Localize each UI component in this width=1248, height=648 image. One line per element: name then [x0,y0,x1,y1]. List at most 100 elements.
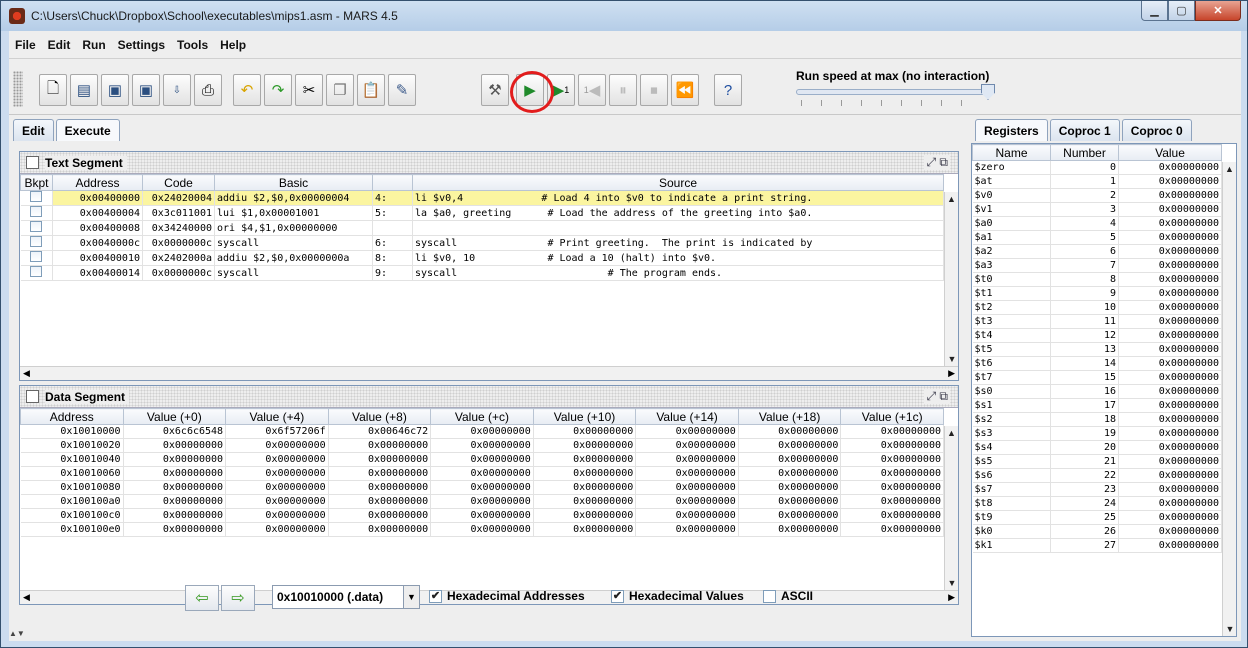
table-row[interactable]: $t0 8 0x00000000 [972,272,1222,287]
value-cell[interactable]: 0x00000000 [430,466,534,481]
pause-icon[interactable]: ⏸ [609,74,637,106]
register-value-cell[interactable]: 0x00000000 [1118,538,1222,553]
run-speed-slider[interactable] [796,89,986,95]
register-value-cell[interactable]: 0x00000000 [1118,258,1222,273]
table-row[interactable]: $s1 17 0x00000000 [972,398,1222,413]
table-row[interactable]: $t7 15 0x00000000 [972,370,1222,385]
reset-icon[interactable]: ⏪ [671,74,699,106]
value-cell[interactable]: 0x00000000 [738,522,842,537]
register-value-cell[interactable]: 0x00000000 [1118,188,1222,203]
menu-help[interactable]: Help [220,38,246,52]
registers-vscroll[interactable]: ▲ ▼ [1222,162,1236,636]
undo-icon[interactable]: ↶ [233,74,261,106]
table-row[interactable]: $t8 24 0x00000000 [972,496,1222,511]
tab-execute[interactable]: Execute [55,119,120,141]
register-value-cell[interactable]: 0x00000000 [1118,440,1222,455]
register-value-cell[interactable]: 0x00000000 [1118,230,1222,245]
open-icon[interactable]: ▤ [70,74,98,106]
breakpoint-checkbox[interactable] [20,250,53,266]
table-row[interactable]: $s7 23 0x00000000 [972,482,1222,497]
table-row[interactable]: 0x00400000 0x24020004 addiu $2,$0,0x0000… [20,190,944,206]
value-cell[interactable]: 0x00000000 [738,480,842,495]
value-cell[interactable]: 0x00000000 [123,452,227,467]
value-cell[interactable]: 0x00000000 [430,508,534,523]
scroll-down-icon[interactable]: ▼ [1223,622,1236,636]
register-value-cell[interactable]: 0x00000000 [1118,370,1222,385]
value-cell[interactable]: 0x00000000 [225,438,329,453]
table-row[interactable]: $a1 5 0x00000000 [972,230,1222,245]
table-row[interactable]: $zero 0 0x00000000 [972,160,1222,175]
register-value-cell[interactable]: 0x00000000 [1118,482,1222,497]
text-segment-hscroll[interactable]: ◀ ▶ [20,366,958,380]
breakpoint-checkbox[interactable] [20,235,53,251]
scroll-up-icon[interactable]: ▲ [1223,162,1236,176]
register-value-cell[interactable]: 0x00000000 [1118,300,1222,315]
value-cell[interactable]: 0x00000000 [533,424,637,439]
table-row[interactable]: $v1 3 0x00000000 [972,202,1222,217]
value-cell[interactable]: 0x00000000 [328,480,432,495]
breakpoint-checkbox[interactable] [20,205,53,221]
col-value-0[interactable]: Value (+0) [122,408,227,425]
value-cell[interactable]: 0x00000000 [533,438,637,453]
col-source[interactable]: Source [412,174,944,191]
table-row[interactable]: $t1 9 0x00000000 [972,286,1222,301]
new-icon[interactable]: 🗋 [39,74,67,106]
scroll-down-icon[interactable]: ▼ [945,576,959,590]
register-value-cell[interactable]: 0x00000000 [1118,314,1222,329]
value-cell[interactable]: 0x00000000 [533,452,637,467]
register-value-cell[interactable]: 0x00000000 [1118,216,1222,231]
value-cell[interactable]: 0x00000000 [840,480,944,495]
col-value-10[interactable]: Value (+10) [532,408,637,425]
register-value-cell[interactable]: 0x00000000 [1118,398,1222,413]
value-cell[interactable]: 0x00000000 [328,452,432,467]
table-row[interactable]: $t5 13 0x00000000 [972,342,1222,357]
value-cell[interactable]: 0x00000000 [225,466,329,481]
table-row[interactable]: 0x10010040 0x00000000 0x00000000 0x00000000… [20,452,944,467]
register-value-cell[interactable]: 0x00000000 [1118,524,1222,539]
value-cell[interactable]: 0x00000000 [738,508,842,523]
value-cell[interactable]: 0x00000000 [123,466,227,481]
value-cell[interactable]: 0x00000000 [328,522,432,537]
value-cell[interactable]: 0x00000000 [328,466,432,481]
register-value-cell[interactable]: 0x00000000 [1118,202,1222,217]
value-cell[interactable]: 0x00000000 [430,522,534,537]
value-cell[interactable]: 0x00646c72 [328,424,432,439]
register-value-cell[interactable]: 0x00000000 [1118,286,1222,301]
table-row[interactable]: 0x00400004 0x3c011001 lui $1,0x00001001 … [20,205,944,221]
value-cell[interactable]: 0x00000000 [430,438,534,453]
scroll-up-icon[interactable]: ▲ [945,426,958,440]
redo-icon[interactable]: ↷ [264,74,292,106]
table-row[interactable]: $a3 7 0x00000000 [972,258,1222,273]
breakpoint-checkbox[interactable] [20,220,53,236]
save-as-icon[interactable]: ▣ [132,74,160,106]
register-value-cell[interactable]: 0x00000000 [1118,272,1222,287]
value-cell[interactable]: 0x6f57206f [225,424,329,439]
value-cell[interactable]: 0x00000000 [738,466,842,481]
value-cell[interactable]: 0x00000000 [738,494,842,509]
table-row[interactable]: 0x00400008 0x34240000 ori $4,$1,0x000000… [20,220,944,236]
register-value-cell[interactable]: 0x00000000 [1118,468,1222,483]
table-row[interactable]: $s3 19 0x00000000 [972,426,1222,441]
scroll-down-icon[interactable]: ▼ [945,352,959,366]
scroll-left-icon[interactable]: ◀ [23,592,30,603]
scroll-right-icon[interactable]: ▶ [948,592,955,603]
table-row[interactable]: $s6 22 0x00000000 [972,468,1222,483]
col-value-4[interactable]: Value (+4) [225,408,329,425]
table-row[interactable]: 0x00400014 0x0000000c syscall 9: syscall… [20,265,944,281]
register-value-cell[interactable]: 0x00000000 [1118,426,1222,441]
minimize-icon[interactable]: ▁ [1141,1,1168,21]
register-value-cell[interactable]: 0x00000000 [1118,160,1222,175]
table-row[interactable]: 0x10010020 0x00000000 0x00000000 0x00000000… [20,438,944,453]
breakpoint-checkbox[interactable] [20,190,53,206]
value-cell[interactable]: 0x00000000 [328,438,432,453]
table-row[interactable]: $s5 21 0x00000000 [972,454,1222,469]
value-cell[interactable]: 0x00000000 [225,452,329,467]
value-cell[interactable]: 0x00000000 [840,452,944,467]
menu-edit[interactable]: Edit [48,38,71,52]
value-cell[interactable]: 0x00000000 [635,424,739,439]
col-name[interactable]: Name [972,144,1051,161]
hex-values-checkbox[interactable]: ✔ [611,589,624,603]
col-number[interactable]: Number [1050,144,1119,161]
value-cell[interactable]: 0x00000000 [533,480,637,495]
value-cell[interactable]: 0x00000000 [430,480,534,495]
